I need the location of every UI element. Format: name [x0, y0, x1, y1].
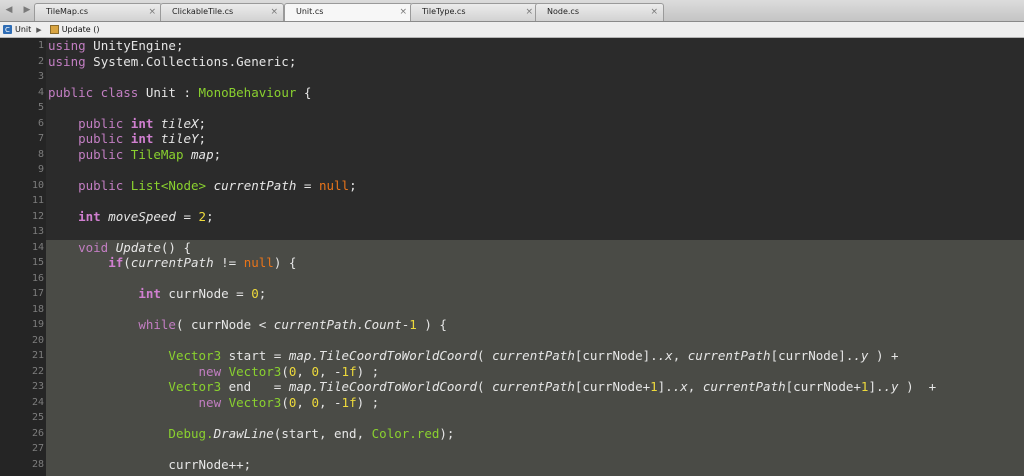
tab-label: TileMap.cs [46, 7, 88, 16]
code-line-17: int currNode = 0; [138, 286, 267, 301]
line-number: 25 [31, 412, 44, 423]
code-line-15: if(currentPath != null) { [108, 255, 297, 270]
tab-nav: ◀ ▶ [2, 2, 34, 18]
triangle-right-icon[interactable]: ▶ [20, 2, 34, 18]
code-line-7: public int tileY; [78, 131, 207, 146]
code-line-14: void Update() { [78, 239, 192, 255]
close-icon[interactable]: × [270, 4, 278, 20]
line-number: 13 [31, 226, 44, 237]
line-number: 20 [31, 334, 44, 346]
code-line-10: public List<Node> currentPath = null; [78, 177, 357, 193]
line-number: 18 [31, 303, 44, 315]
code-line-2: using System.Collections.Generic; [48, 53, 297, 69]
tab-tiletype[interactable]: TileType.cs × [410, 3, 539, 21]
line-number: 3 [37, 71, 44, 82]
code-line-8: public TileMap map; [78, 146, 222, 162]
close-icon[interactable]: × [148, 4, 156, 20]
method-icon [49, 25, 59, 34]
tab-label: ClickableTile.cs [172, 7, 234, 16]
close-icon[interactable]: × [399, 4, 407, 20]
code-line-12: int moveSpeed = 2; [78, 208, 214, 224]
code-line-23: Vector3 end = map.TileCoordToWorldCoord(… [168, 379, 937, 394]
code-line-22: new Vector3(0, 0, -1f) ; [198, 363, 380, 379]
breadcrumb-member[interactable]: Update () [62, 25, 100, 34]
line-number: 9 [37, 164, 44, 175]
code-line-6: public int tileX; [78, 115, 207, 131]
tab-bar: ◀ ▶ TileMap.cs × ClickableTile.cs × Unit… [0, 0, 1024, 22]
close-icon[interactable]: × [525, 4, 533, 20]
code-line-24: new Vector3(0, 0, -1f) ; [198, 394, 380, 410]
code-line-28: currNode++; [168, 456, 252, 472]
class-icon: C [3, 25, 12, 34]
tab-label: Node.cs [547, 7, 579, 16]
tab-label: Unit.cs [296, 7, 324, 16]
line-number: 27 [31, 443, 44, 454]
line-number: 16 [31, 272, 44, 284]
close-icon[interactable]: × [650, 4, 658, 20]
chevron-right-icon: ▶ [36, 25, 42, 34]
triangle-left-icon[interactable]: ◀ [2, 2, 16, 18]
line-number: 11 [31, 195, 44, 206]
code-line-21: Vector3 start = map.TileCoordToWorldCoor… [168, 348, 899, 363]
breadcrumb: C Unit ▶ Update () [0, 22, 1024, 38]
code-line-26: Debug.DrawLine(start, end, Color.red); [168, 425, 455, 441]
tab-clickabletile[interactable]: ClickableTile.cs × [160, 3, 284, 21]
code-line-1: using UnityEngine; [48, 38, 184, 53]
code-editor[interactable]: 1 2 3 4 5 6 7 8 9 10 11 12 13 14 15 16 1… [0, 38, 1024, 476]
tab-tilemap[interactable]: TileMap.cs × [34, 3, 162, 21]
breadcrumb-class[interactable]: Unit [15, 25, 31, 34]
code-line-4: public class Unit : MonoBehaviour { [48, 84, 312, 100]
tab-node[interactable]: Node.cs × [535, 3, 664, 21]
tab-unit[interactable]: Unit.cs × [284, 3, 413, 21]
tab-label: TileType.cs [422, 7, 466, 16]
code-line-19: while( currNode < currentPath.Count-1 ) … [138, 317, 447, 332]
line-number: 5 [37, 102, 44, 113]
